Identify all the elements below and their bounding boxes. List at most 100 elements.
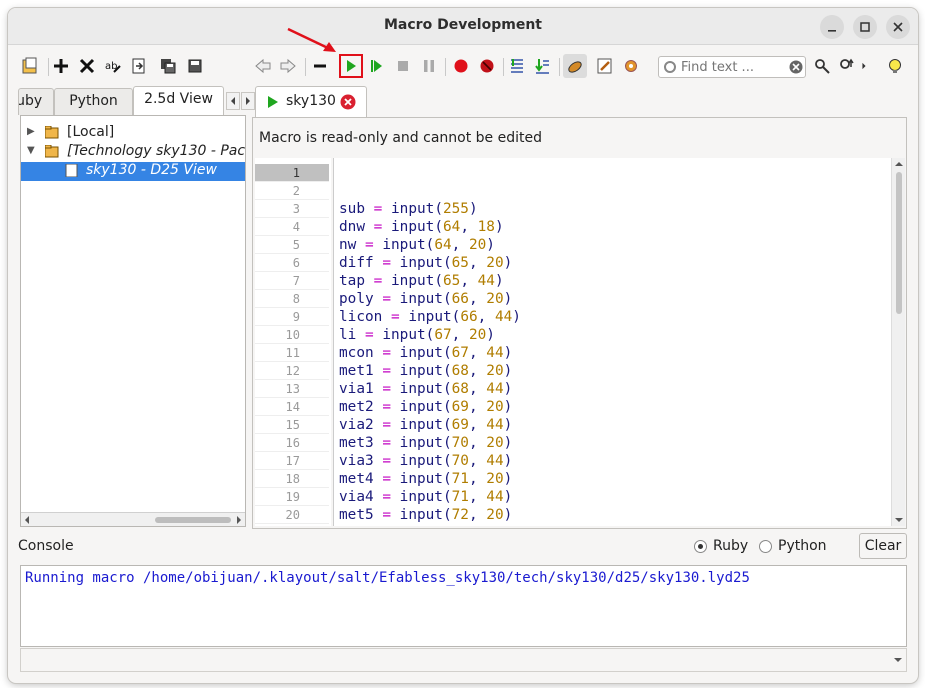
ruby-radio[interactable]: Ruby — [694, 538, 748, 554]
line-number: 2 — [255, 182, 329, 200]
pause-button[interactable] — [417, 54, 441, 78]
close-window-button[interactable] — [886, 15, 910, 39]
code-number: 44 — [486, 381, 504, 397]
code-number: 20 — [468, 327, 487, 343]
code-number: 20 — [486, 291, 504, 307]
console-input-box — [20, 648, 907, 672]
clear-console-button[interactable]: Clear — [859, 533, 907, 559]
more-options-button[interactable] — [857, 54, 871, 78]
line-number: 7 — [255, 272, 329, 290]
rename-macro-button[interactable]: ab — [101, 54, 125, 78]
code-number: 66 — [460, 309, 478, 325]
line-number: 10 — [255, 326, 329, 344]
code-line: met1 = input(68, 20) — [339, 363, 513, 379]
tree-node-sky130-d25[interactable]: sky130 - D25 View — [21, 162, 245, 181]
line-number: 20 — [255, 506, 329, 524]
maximize-button[interactable] — [853, 15, 877, 39]
step-over-icon — [535, 59, 549, 74]
macro-properties-button[interactable] — [18, 54, 42, 78]
replace-button[interactable] — [835, 54, 859, 78]
minimize-button[interactable] — [820, 15, 844, 39]
tree-node-local[interactable]: ▶ [Local] — [21, 124, 245, 143]
macro-development-window: Macro Development ab Find text ... by Py… — [8, 8, 918, 683]
chevron-down-icon[interactable] — [891, 650, 905, 670]
code-line: licon = input(66, 44) — [339, 309, 521, 325]
code-line: via1 = input(68, 44) — [339, 381, 513, 397]
forward-button[interactable] — [276, 54, 300, 78]
line-number: 8 — [255, 290, 329, 308]
tree-node-label: sky130 - D25 View — [86, 162, 217, 178]
expand-arrow-icon[interactable]: ▶ — [27, 126, 35, 137]
console-label: Console — [18, 538, 74, 554]
find-next-button[interactable] — [810, 54, 834, 78]
code-identifier: met2 — [339, 399, 374, 415]
tab-ruby[interactable]: Ruby — [18, 88, 54, 115]
tabs-scroll-right-button[interactable] — [241, 92, 255, 110]
code-number: 20 — [486, 399, 504, 415]
console-input[interactable] — [23, 651, 883, 669]
line-number: 1 — [255, 164, 329, 182]
code-identifier: mcon — [339, 345, 374, 361]
code-number: 18 — [477, 219, 495, 235]
code-number: 67 — [434, 327, 452, 343]
tabs-scroll-left-button[interactable] — [226, 92, 240, 110]
code-number: 20 — [486, 363, 504, 379]
code-identifier: licon — [339, 309, 383, 325]
find-text-input[interactable] — [679, 58, 787, 76]
save-all-button[interactable] — [156, 54, 180, 78]
editor-tab-sky130[interactable]: sky130 — [255, 86, 367, 118]
run-button[interactable] — [339, 54, 363, 78]
clear-breakpoints-button[interactable] — [475, 54, 499, 78]
code-line: via2 = input(69, 44) — [339, 417, 513, 433]
python-radio[interactable]: Python — [759, 538, 827, 554]
code-number: 20 — [468, 237, 487, 253]
macro-tree: ▶ [Local] ▼ [Technology sky130 - Packa s… — [20, 115, 246, 527]
step-play-icon — [371, 60, 382, 72]
tree-node-technology[interactable]: ▼ [Technology sky130 - Packa — [21, 143, 245, 162]
macro-templates-button[interactable] — [593, 54, 617, 78]
file-icon — [65, 164, 78, 177]
line-number: 4 — [255, 218, 329, 236]
delete-macro-button[interactable] — [75, 54, 99, 78]
enable-debugging-button[interactable] — [563, 54, 587, 78]
line-number: 18 — [255, 470, 329, 488]
tips-button[interactable] — [883, 54, 907, 78]
tab-d25-label: 2.5d View — [144, 91, 213, 107]
code-line: met3 = input(70, 20) — [339, 435, 513, 451]
code-identifier: met3 — [339, 435, 374, 451]
code-line: dnw = input(64, 18) — [339, 219, 504, 235]
stop-button[interactable] — [391, 54, 415, 78]
line-number: 14 — [255, 398, 329, 416]
tree-horizontal-scrollbar[interactable] — [21, 512, 245, 526]
back-button[interactable] — [251, 54, 275, 78]
close-tab-icon[interactable] — [340, 94, 356, 110]
set-breakpoint-button[interactable] — [449, 54, 473, 78]
tab-d25-view[interactable]: 2.5d View — [133, 86, 224, 116]
step-over-button[interactable] — [530, 54, 554, 78]
code-identifier: sub — [339, 201, 365, 217]
code-number: 20 — [486, 435, 504, 451]
setup-button[interactable] — [619, 54, 643, 78]
line-number: 15 — [255, 416, 329, 434]
radio-checked-icon — [694, 539, 707, 553]
clear-search-icon[interactable] — [789, 60, 803, 74]
ruby-radio-label: Ruby — [713, 538, 749, 554]
collapse-button[interactable] — [308, 54, 332, 78]
toolbar-separator — [559, 58, 560, 76]
editor-vertical-scrollbar[interactable] — [891, 158, 905, 526]
tab-python[interactable]: Python — [54, 88, 133, 115]
code-line: diff = input(65, 20) — [339, 255, 513, 271]
code-number: 20 — [486, 471, 504, 487]
import-macro-button[interactable] — [127, 54, 151, 78]
run-from-here-button[interactable] — [365, 54, 389, 78]
code-number: 70 — [451, 435, 469, 451]
add-macro-button[interactable] — [49, 54, 73, 78]
play-icon — [347, 60, 356, 72]
collapse-arrow-icon[interactable]: ▼ — [27, 145, 35, 156]
save-button[interactable] — [183, 54, 207, 78]
line-number: 16 — [255, 434, 329, 452]
tab-python-label: Python — [69, 93, 118, 109]
code-number: 64 — [442, 219, 461, 235]
code-editor[interactable]: sub = input(255) dnw = input(64, 18) nw = … — [333, 158, 891, 526]
step-into-button[interactable] — [505, 54, 529, 78]
